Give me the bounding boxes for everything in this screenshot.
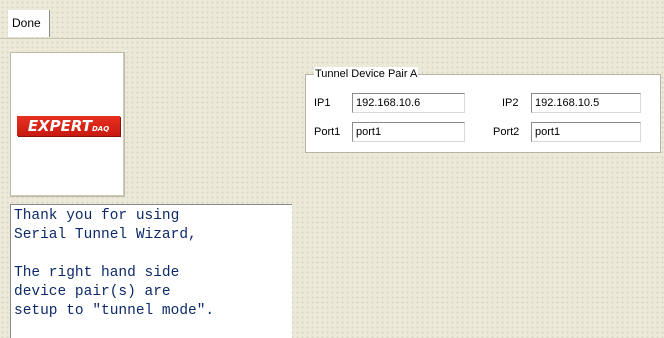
tab-strip: Done xyxy=(0,8,664,39)
port1-field[interactable]: port1 xyxy=(352,122,465,142)
message-line: setup to "tunnel mode". xyxy=(14,303,215,319)
ip2-field[interactable]: 192.168.10.5 xyxy=(531,93,641,113)
ip1-field[interactable]: 192.168.10.6 xyxy=(352,93,465,113)
logo-subtext: DAQ xyxy=(91,125,110,133)
message-line: device pair(s) are xyxy=(14,284,171,300)
tunnel-device-pair-group: Tunnel Device Pair A IP1 192.168.10.6 IP… xyxy=(305,67,661,153)
port1-label: Port1 xyxy=(314,126,341,138)
port2-field[interactable]: port1 xyxy=(531,122,641,142)
logo-text: EXPERT xyxy=(27,117,92,135)
group-title: Tunnel Device Pair A xyxy=(314,67,419,81)
message-line xyxy=(14,245,292,264)
message-line: The right hand side xyxy=(14,265,180,281)
ip1-label: IP1 xyxy=(314,97,331,109)
message-box: Thank you for using Serial Tunnel Wizard,… xyxy=(10,204,292,338)
tab-done[interactable]: Done xyxy=(8,10,50,37)
logo-panel: EXPERTDAQ xyxy=(10,52,125,197)
message-line: Serial Tunnel Wizard, xyxy=(14,227,197,243)
port2-label: Port2 xyxy=(493,126,520,138)
message-line: Thank you for using xyxy=(14,208,180,224)
ip2-label: IP2 xyxy=(502,97,519,109)
expert-daq-logo: EXPERTDAQ xyxy=(17,116,120,136)
